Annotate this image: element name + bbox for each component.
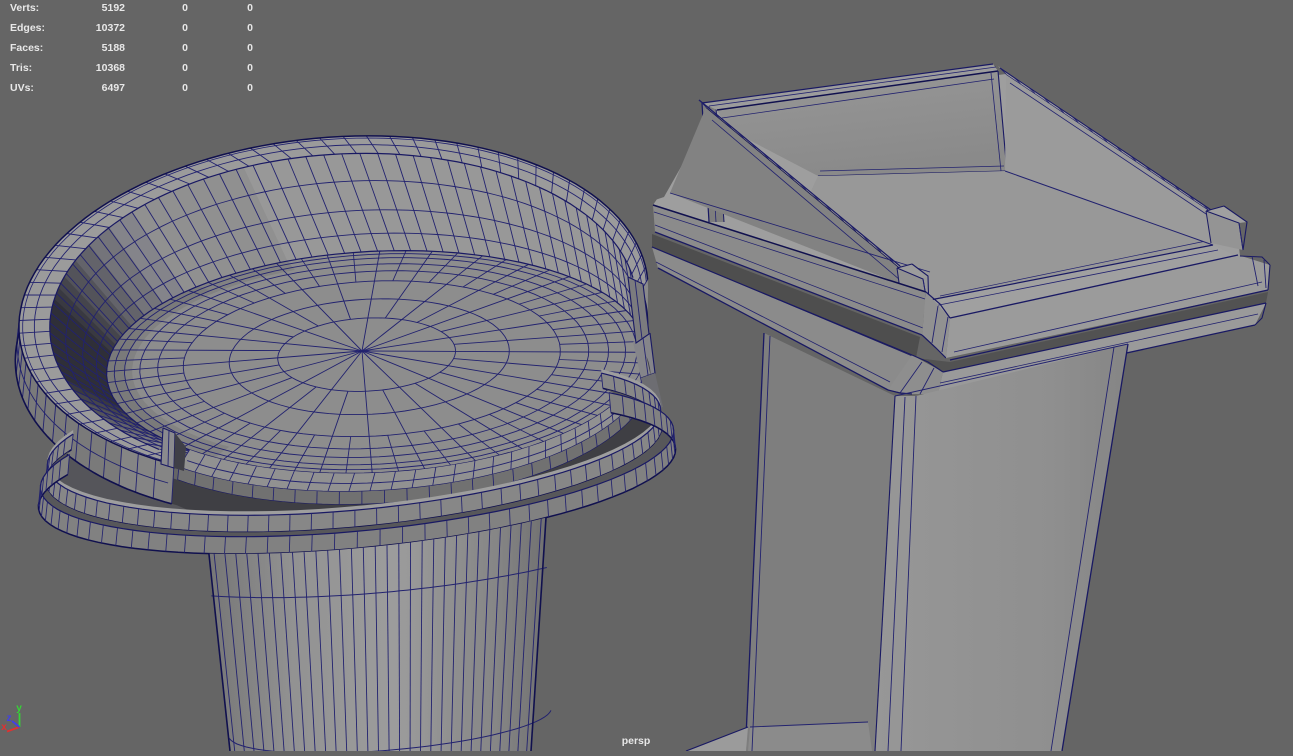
svg-text:0: 0 bbox=[247, 22, 253, 34]
svg-text:0: 0 bbox=[247, 62, 253, 74]
svg-text:0: 0 bbox=[182, 22, 188, 34]
svg-text:0: 0 bbox=[247, 2, 253, 14]
svg-text:0: 0 bbox=[247, 42, 253, 54]
svg-text:z: z bbox=[7, 713, 12, 724]
svg-text:Faces:: Faces: bbox=[10, 42, 43, 54]
svg-text:6497: 6497 bbox=[102, 82, 126, 94]
svg-text:UVs:: UVs: bbox=[10, 82, 34, 94]
svg-text:0: 0 bbox=[182, 82, 188, 94]
svg-text:0: 0 bbox=[182, 42, 188, 54]
svg-text:Edges:: Edges: bbox=[10, 22, 45, 34]
svg-text:5192: 5192 bbox=[102, 2, 126, 14]
svg-text:0: 0 bbox=[182, 62, 188, 74]
svg-text:persp: persp bbox=[622, 735, 651, 747]
svg-text:0: 0 bbox=[247, 82, 253, 94]
svg-text:y: y bbox=[16, 703, 22, 714]
svg-text:Tris:: Tris: bbox=[10, 62, 32, 74]
svg-text:0: 0 bbox=[182, 2, 188, 14]
svg-text:10368: 10368 bbox=[96, 62, 125, 74]
svg-text:5188: 5188 bbox=[102, 42, 126, 54]
svg-text:Verts:: Verts: bbox=[10, 2, 39, 14]
svg-text:10372: 10372 bbox=[96, 22, 125, 34]
